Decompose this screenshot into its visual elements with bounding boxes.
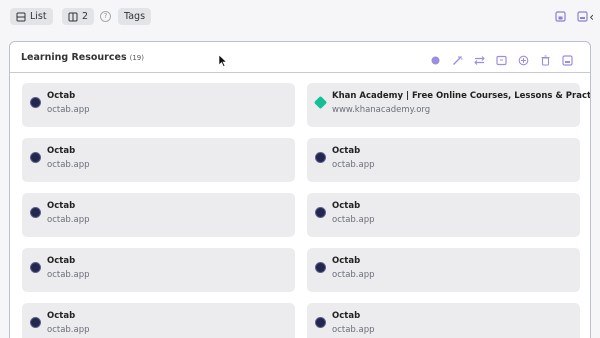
card-8[interactable]: Octab octab.app bbox=[22, 303, 295, 338]
card-title: Octab bbox=[332, 311, 361, 321]
octab-icon bbox=[315, 262, 326, 273]
panel-actions bbox=[430, 51, 573, 66]
octab-icon bbox=[30, 152, 41, 163]
columns-label: 2 bbox=[82, 11, 89, 22]
move-icon[interactable] bbox=[474, 51, 485, 65]
columns-icon bbox=[68, 12, 78, 21]
collection-panel: Learning Resources (19) Octab octab.app Kh… bbox=[9, 41, 591, 338]
list-view-label: List bbox=[30, 11, 47, 22]
open-window-icon[interactable] bbox=[562, 51, 573, 66]
octab-icon bbox=[315, 207, 326, 218]
octab-icon bbox=[315, 152, 326, 163]
card-9[interactable]: Octab octab.app bbox=[307, 303, 580, 338]
card-url: octab.app bbox=[47, 160, 90, 170]
card-url: octab.app bbox=[47, 270, 90, 280]
card-7[interactable]: Octab octab.app bbox=[307, 248, 580, 292]
card-url: octab.app bbox=[332, 270, 375, 280]
card-url: octab.app bbox=[47, 105, 90, 115]
mouse-cursor-icon bbox=[219, 55, 227, 67]
octab-icon bbox=[30, 262, 41, 273]
card-6[interactable]: Octab octab.app bbox=[22, 248, 295, 292]
card-1[interactable]: Khan Academy | Free Online Courses, Less… bbox=[307, 83, 590, 127]
add-icon[interactable] bbox=[518, 51, 529, 66]
card-url: octab.app bbox=[332, 325, 375, 335]
card-title: Octab bbox=[332, 201, 361, 211]
list-icon bbox=[16, 12, 26, 21]
panel-header: Learning Resources (19) bbox=[10, 42, 590, 73]
collapse-chevron-icon[interactable]: ‹ bbox=[589, 10, 594, 24]
card-title: Octab bbox=[47, 311, 76, 321]
octab-icon bbox=[315, 317, 326, 328]
card-url: octab.app bbox=[332, 160, 375, 170]
tags-button[interactable]: Tags bbox=[118, 8, 152, 25]
card-url: octab.app bbox=[332, 215, 375, 225]
card-url: www.khanacademy.org bbox=[332, 105, 431, 115]
panel-count: (19) bbox=[129, 54, 144, 62]
card-2[interactable]: Octab octab.app bbox=[22, 138, 295, 182]
khan-academy-icon bbox=[313, 95, 328, 110]
panel-title[interactable]: Learning Resources (19) bbox=[21, 52, 144, 63]
card-title: Khan Academy | Free Online Courses, Less… bbox=[332, 91, 591, 101]
color-dot-icon[interactable] bbox=[430, 51, 441, 65]
card-4[interactable]: Octab octab.app bbox=[22, 193, 295, 237]
octab-icon bbox=[30, 207, 41, 218]
top-toolbar: List 2 ? Tags ‹ bbox=[10, 8, 594, 26]
trash-icon[interactable] bbox=[540, 51, 551, 66]
card-url: octab.app bbox=[47, 325, 90, 335]
octab-icon bbox=[30, 317, 41, 328]
panel-title-text: Learning Resources bbox=[21, 52, 127, 63]
card-title: Octab bbox=[332, 256, 361, 266]
card-title: Octab bbox=[332, 146, 361, 156]
archive-icon[interactable] bbox=[496, 51, 507, 66]
octab-icon bbox=[30, 97, 41, 108]
card-title: Octab bbox=[47, 256, 76, 266]
card-5[interactable]: Octab octab.app bbox=[307, 193, 580, 237]
card-title: Octab bbox=[47, 91, 76, 101]
save-icon[interactable] bbox=[555, 11, 566, 22]
card-0[interactable]: Octab octab.app bbox=[22, 83, 295, 127]
card-title: Octab bbox=[47, 201, 76, 211]
window-icon[interactable] bbox=[577, 11, 588, 22]
card-3[interactable]: Octab octab.app bbox=[307, 138, 580, 182]
tags-label: Tags bbox=[124, 11, 146, 22]
card-url: octab.app bbox=[47, 215, 90, 225]
help-icon[interactable]: ? bbox=[100, 11, 111, 22]
magic-wand-icon[interactable] bbox=[452, 51, 463, 65]
list-view-button[interactable]: List bbox=[10, 8, 53, 25]
columns-button[interactable]: 2 bbox=[62, 8, 95, 25]
card-title: Octab bbox=[47, 146, 76, 156]
